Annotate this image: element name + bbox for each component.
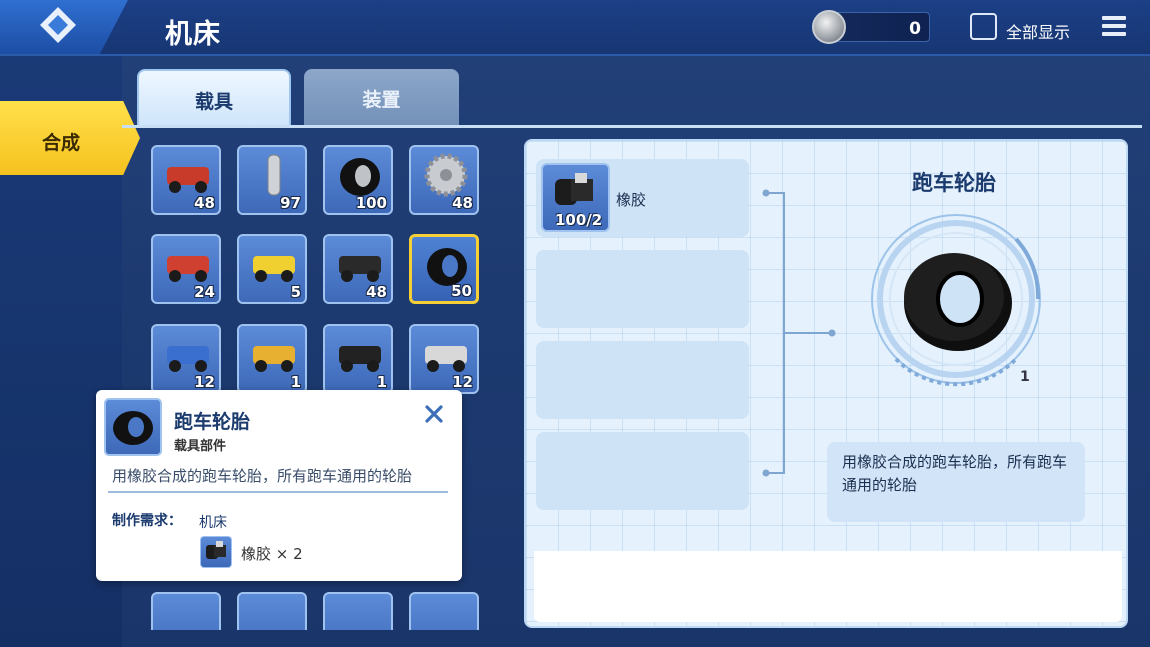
material-slot[interactable] <box>536 341 749 419</box>
currency-display: 0 <box>812 10 930 44</box>
item-count: 50 <box>451 282 472 300</box>
grid-item[interactable]: 5 <box>237 234 307 304</box>
chassis-part-icon <box>333 332 387 376</box>
item-count: 48 <box>452 194 473 212</box>
rubber-material-icon <box>200 536 232 568</box>
synthesis-tab-label[interactable]: 合成 <box>42 128 80 155</box>
tire-icon <box>104 398 162 456</box>
product-yield: 1 <box>1020 369 1030 385</box>
popup-description: 用橡胶合成的跑车轮胎，所有跑车通用的轮胎 <box>112 467 413 485</box>
requirement-material: 橡胶 × 2 <box>241 545 303 563</box>
sports-tire-icon <box>420 243 474 287</box>
grid-item-partial[interactable] <box>237 592 307 630</box>
grid-item[interactable]: 12 <box>409 324 479 394</box>
item-count: 5 <box>290 283 301 301</box>
grid-item-partial[interactable] <box>323 592 393 630</box>
item-count: 100 <box>355 194 387 212</box>
material-count: 100/2 <box>555 211 603 229</box>
bolt-nut-icon <box>812 10 846 44</box>
panel-footer <box>534 551 1122 622</box>
product-description: 用橡胶合成的跑车轮胎，所有跑车通用的轮胎 <box>842 453 1068 494</box>
tab-vehicle[interactable]: 载具 <box>137 69 291 127</box>
currency-value: 0 <box>909 19 921 39</box>
grid-item[interactable]: 48 <box>409 145 479 215</box>
recipe-panel: 100/2 橡胶 跑车轮胎 1 用橡胶合成的跑车轮胎，所有跑车通用的轮胎 <box>524 139 1128 628</box>
item-count: 1 <box>290 373 301 391</box>
red-frame-part-icon <box>161 153 215 197</box>
grid-item[interactable]: 48 <box>151 145 221 215</box>
blue-wing-part-icon <box>161 332 215 376</box>
product-name: 跑车轮胎 <box>912 171 996 195</box>
item-count: 48 <box>194 194 215 212</box>
tire-product-icon <box>871 214 1041 387</box>
yellow-car-body-icon <box>247 332 301 376</box>
grid-item-partial[interactable] <box>151 592 221 630</box>
grid-item[interactable]: 97 <box>237 145 307 215</box>
item-detail-popup: 跑车轮胎 载具部件 用橡胶合成的跑车轮胎，所有跑车通用的轮胎 制作需求： 机床 … <box>96 390 462 581</box>
item-count: 12 <box>194 373 215 391</box>
grid-item[interactable]: 1 <box>323 324 393 394</box>
tab-device-label: 装置 <box>362 89 401 111</box>
page-title: 机床 <box>165 19 221 50</box>
item-count: 24 <box>194 283 215 301</box>
connector-lines <box>762 189 836 477</box>
kart-body-yellow-icon <box>247 242 301 286</box>
grid-item[interactable]: 24 <box>151 234 221 304</box>
gear-part-icon <box>419 153 473 197</box>
grid-item[interactable]: 50 <box>409 234 479 304</box>
popup-item-type: 载具部件 <box>174 439 227 454</box>
item-count: 97 <box>280 194 301 212</box>
item-count: 1 <box>376 373 387 391</box>
wheel-part-icon <box>333 153 387 197</box>
popup-item-name: 跑车轮胎 <box>174 411 251 433</box>
engine-block-icon <box>333 242 387 286</box>
silver-wing-part-icon <box>419 332 473 376</box>
item-count: 48 <box>366 283 387 301</box>
grid-item[interactable]: 48 <box>323 234 393 304</box>
show-all-label[interactable]: 全部显示 <box>1006 19 1070 43</box>
popup-divider <box>108 491 448 493</box>
grid-item[interactable]: 1 <box>237 324 307 394</box>
kart-body-red-icon <box>161 242 215 286</box>
axle-part-icon <box>247 153 301 197</box>
requirement-label: 制作需求： <box>112 513 182 529</box>
material-slot[interactable] <box>536 250 749 328</box>
item-count: 12 <box>452 373 473 391</box>
grid-item[interactable]: 12 <box>151 324 221 394</box>
tab-vehicle-label: 载具 <box>194 91 233 113</box>
grid-item-partial[interactable] <box>409 592 479 630</box>
close-icon[interactable] <box>424 404 444 424</box>
list-menu-icon[interactable] <box>1102 16 1126 38</box>
material-slot[interactable] <box>536 432 749 510</box>
tab-divider <box>122 125 1142 128</box>
show-all-checkbox[interactable] <box>970 13 997 40</box>
back-arrow-icon <box>40 7 76 43</box>
grid-item[interactable]: 100 <box>323 145 393 215</box>
tab-device[interactable]: 装置 <box>304 69 459 127</box>
requirement-station: 机床 <box>199 515 227 531</box>
